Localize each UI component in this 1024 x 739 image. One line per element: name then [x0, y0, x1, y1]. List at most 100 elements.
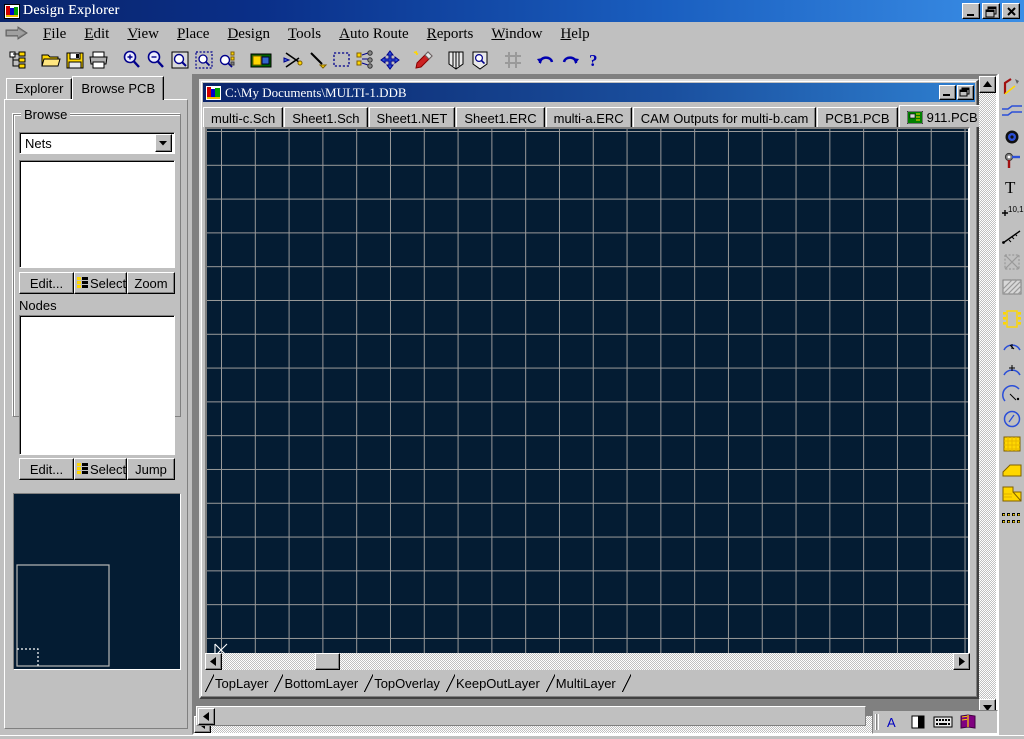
layer-tab-keepoutlayer[interactable]: KeepOutLayer — [446, 674, 546, 692]
cut-tracks-icon[interactable] — [282, 48, 306, 72]
place-split-plane-icon[interactable] — [999, 456, 1024, 481]
zoom-out-icon[interactable] — [144, 48, 168, 72]
doc-tab-sheet1-erc[interactable]: Sheet1.ERC — [456, 107, 544, 127]
zoom-document-icon[interactable] — [168, 48, 192, 72]
place-keepout-icon[interactable] — [999, 249, 1024, 274]
doc-tab-multi-a-erc[interactable]: multi-a.ERC — [546, 107, 632, 127]
panel-tab-explorer[interactable]: Explorer — [6, 78, 72, 100]
interactive-routing-icon[interactable] — [999, 74, 1024, 99]
print-icon[interactable] — [87, 48, 111, 72]
canvas-horizontal-scrollbar[interactable] — [205, 653, 970, 670]
place-full-circle-icon[interactable] — [999, 406, 1024, 431]
array-paste-icon[interactable] — [999, 506, 1024, 531]
nets-zoom-button[interactable]: Zoom — [127, 272, 175, 294]
pcb-editor-canvas[interactable] — [207, 129, 968, 668]
text-mode-icon[interactable]: A — [882, 713, 904, 731]
place-arc-any-icon[interactable] — [999, 381, 1024, 406]
menu-drag-handle-icon[interactable] — [4, 25, 30, 43]
close-button[interactable] — [1002, 3, 1020, 19]
panel-tab-browse-pcb[interactable]: Browse PCB — [72, 76, 164, 100]
minimize-button[interactable] — [962, 3, 980, 19]
browse-type-combo[interactable]: Nets — [19, 132, 175, 154]
scroll-right-button[interactable] — [953, 653, 970, 670]
place-polygon-icon[interactable] — [999, 274, 1024, 299]
menu-item-reports[interactable]: Reports — [418, 25, 483, 44]
menu-item-window[interactable]: Window — [482, 25, 551, 44]
nodes-group-title: Nodes — [19, 298, 57, 313]
place-via-icon[interactable] — [999, 149, 1024, 174]
menu-item-view[interactable]: View — [118, 25, 168, 44]
nodes-listbox[interactable] — [19, 315, 175, 455]
menu-item-place[interactable]: Place — [168, 25, 218, 44]
place-fill-icon[interactable] — [999, 431, 1024, 456]
zoom-in-icon[interactable] — [120, 48, 144, 72]
deselect-icon[interactable] — [354, 48, 378, 72]
app-scroll-left-button[interactable] — [198, 708, 215, 725]
nets-edit-button[interactable]: Edit... — [19, 272, 74, 294]
nodes-select-button[interactable]: Select — [74, 458, 127, 480]
place-arc-center-icon[interactable] — [999, 331, 1024, 356]
nets-listbox[interactable] — [19, 160, 175, 268]
design-hierarchy-icon[interactable] — [6, 48, 30, 72]
layer-tab-multilayer[interactable]: MultiLayer — [546, 674, 622, 692]
layer-tab-bottomlayer[interactable]: BottomLayer — [274, 674, 364, 692]
place-coordinate-icon[interactable]: 10,10 — [999, 199, 1024, 224]
doc-tab-multi-c-sch[interactable]: multi-c.Sch — [203, 107, 283, 127]
mdi-scroll-up-button[interactable] — [979, 76, 996, 93]
place-dimension-icon[interactable] — [999, 224, 1024, 249]
select-area-icon[interactable] — [330, 48, 354, 72]
scroll-left-button[interactable] — [205, 653, 222, 670]
measure-icon[interactable] — [306, 48, 330, 72]
redo-icon[interactable] — [558, 48, 582, 72]
component-browse-icon[interactable] — [468, 48, 492, 72]
menu-item-edit[interactable]: Edit — [75, 25, 118, 44]
place-arc-edge-icon[interactable] — [999, 356, 1024, 381]
doc-restore-button[interactable] — [957, 85, 974, 100]
place-line-icon[interactable] — [999, 99, 1024, 124]
chevron-down-icon[interactable] — [155, 134, 172, 152]
help-book-icon[interactable] — [957, 713, 979, 731]
nodes-jump-button[interactable]: Jump — [127, 458, 175, 480]
mdi-vertical-scrollbar[interactable] — [979, 76, 996, 716]
menu-item-help[interactable]: Help — [551, 25, 598, 44]
scrollbar-thumb-horizontal[interactable] — [315, 653, 340, 670]
place-pad-icon[interactable] — [999, 124, 1024, 149]
doc-tab-911-pcb[interactable]: 911.PCB — [899, 105, 986, 127]
layer-tab-topoverlay[interactable]: TopOverlay — [364, 674, 446, 692]
doc-tab-cam-outputs[interactable]: CAM Outputs for multi-b.cam — [633, 107, 817, 127]
nets-select-button[interactable]: Select — [74, 272, 127, 294]
grid-toggle-icon[interactable] — [501, 48, 525, 72]
layer-tab-toplayer[interactable]: TopLayer — [205, 674, 274, 692]
menu-item-file[interactable]: File — [34, 25, 75, 44]
move-selection-icon[interactable] — [378, 48, 402, 72]
undo-icon[interactable] — [534, 48, 558, 72]
doc-tab-pcb1-pcb[interactable]: PCB1.PCB — [817, 107, 897, 127]
pcb-preview-minimap[interactable] — [13, 493, 181, 670]
scrollbar-track[interactable] — [197, 707, 865, 725]
doc-minimize-button[interactable] — [939, 85, 956, 100]
doc-tab-sheet1-sch[interactable]: Sheet1.Sch — [284, 107, 367, 127]
zoom-selection-icon[interactable] — [216, 48, 240, 72]
fill-mode-icon[interactable] — [907, 713, 929, 731]
menu-item-design[interactable]: Design — [218, 25, 279, 44]
component-up-icon[interactable] — [444, 48, 468, 72]
scrollbar-track[interactable] — [979, 76, 996, 716]
keyboard-icon[interactable] — [932, 713, 954, 731]
pan-view-icon[interactable] — [249, 48, 273, 72]
doc-tab-label: 911.PCB — [927, 110, 978, 125]
app-horizontal-scrollbar[interactable] — [196, 706, 866, 726]
save-icon[interactable] — [63, 48, 87, 72]
help-icon[interactable]: ? — [582, 48, 606, 72]
svg-text:T: T — [1005, 178, 1016, 196]
nodes-edit-button[interactable]: Edit... — [19, 458, 74, 480]
maximize-button[interactable] — [982, 3, 1000, 19]
zoom-area-icon[interactable] — [192, 48, 216, 72]
open-folder-icon[interactable] — [39, 48, 63, 72]
place-string-icon[interactable]: T — [999, 174, 1024, 199]
place-room-icon[interactable] — [999, 481, 1024, 506]
menu-item-tools[interactable]: Tools — [279, 25, 330, 44]
doc-tab-sheet1-net[interactable]: Sheet1.NET — [369, 107, 456, 127]
highlight-pen-icon[interactable] — [411, 48, 435, 72]
menu-item-auto-route[interactable]: Auto Route — [330, 25, 418, 44]
place-component-icon[interactable] — [999, 306, 1024, 331]
